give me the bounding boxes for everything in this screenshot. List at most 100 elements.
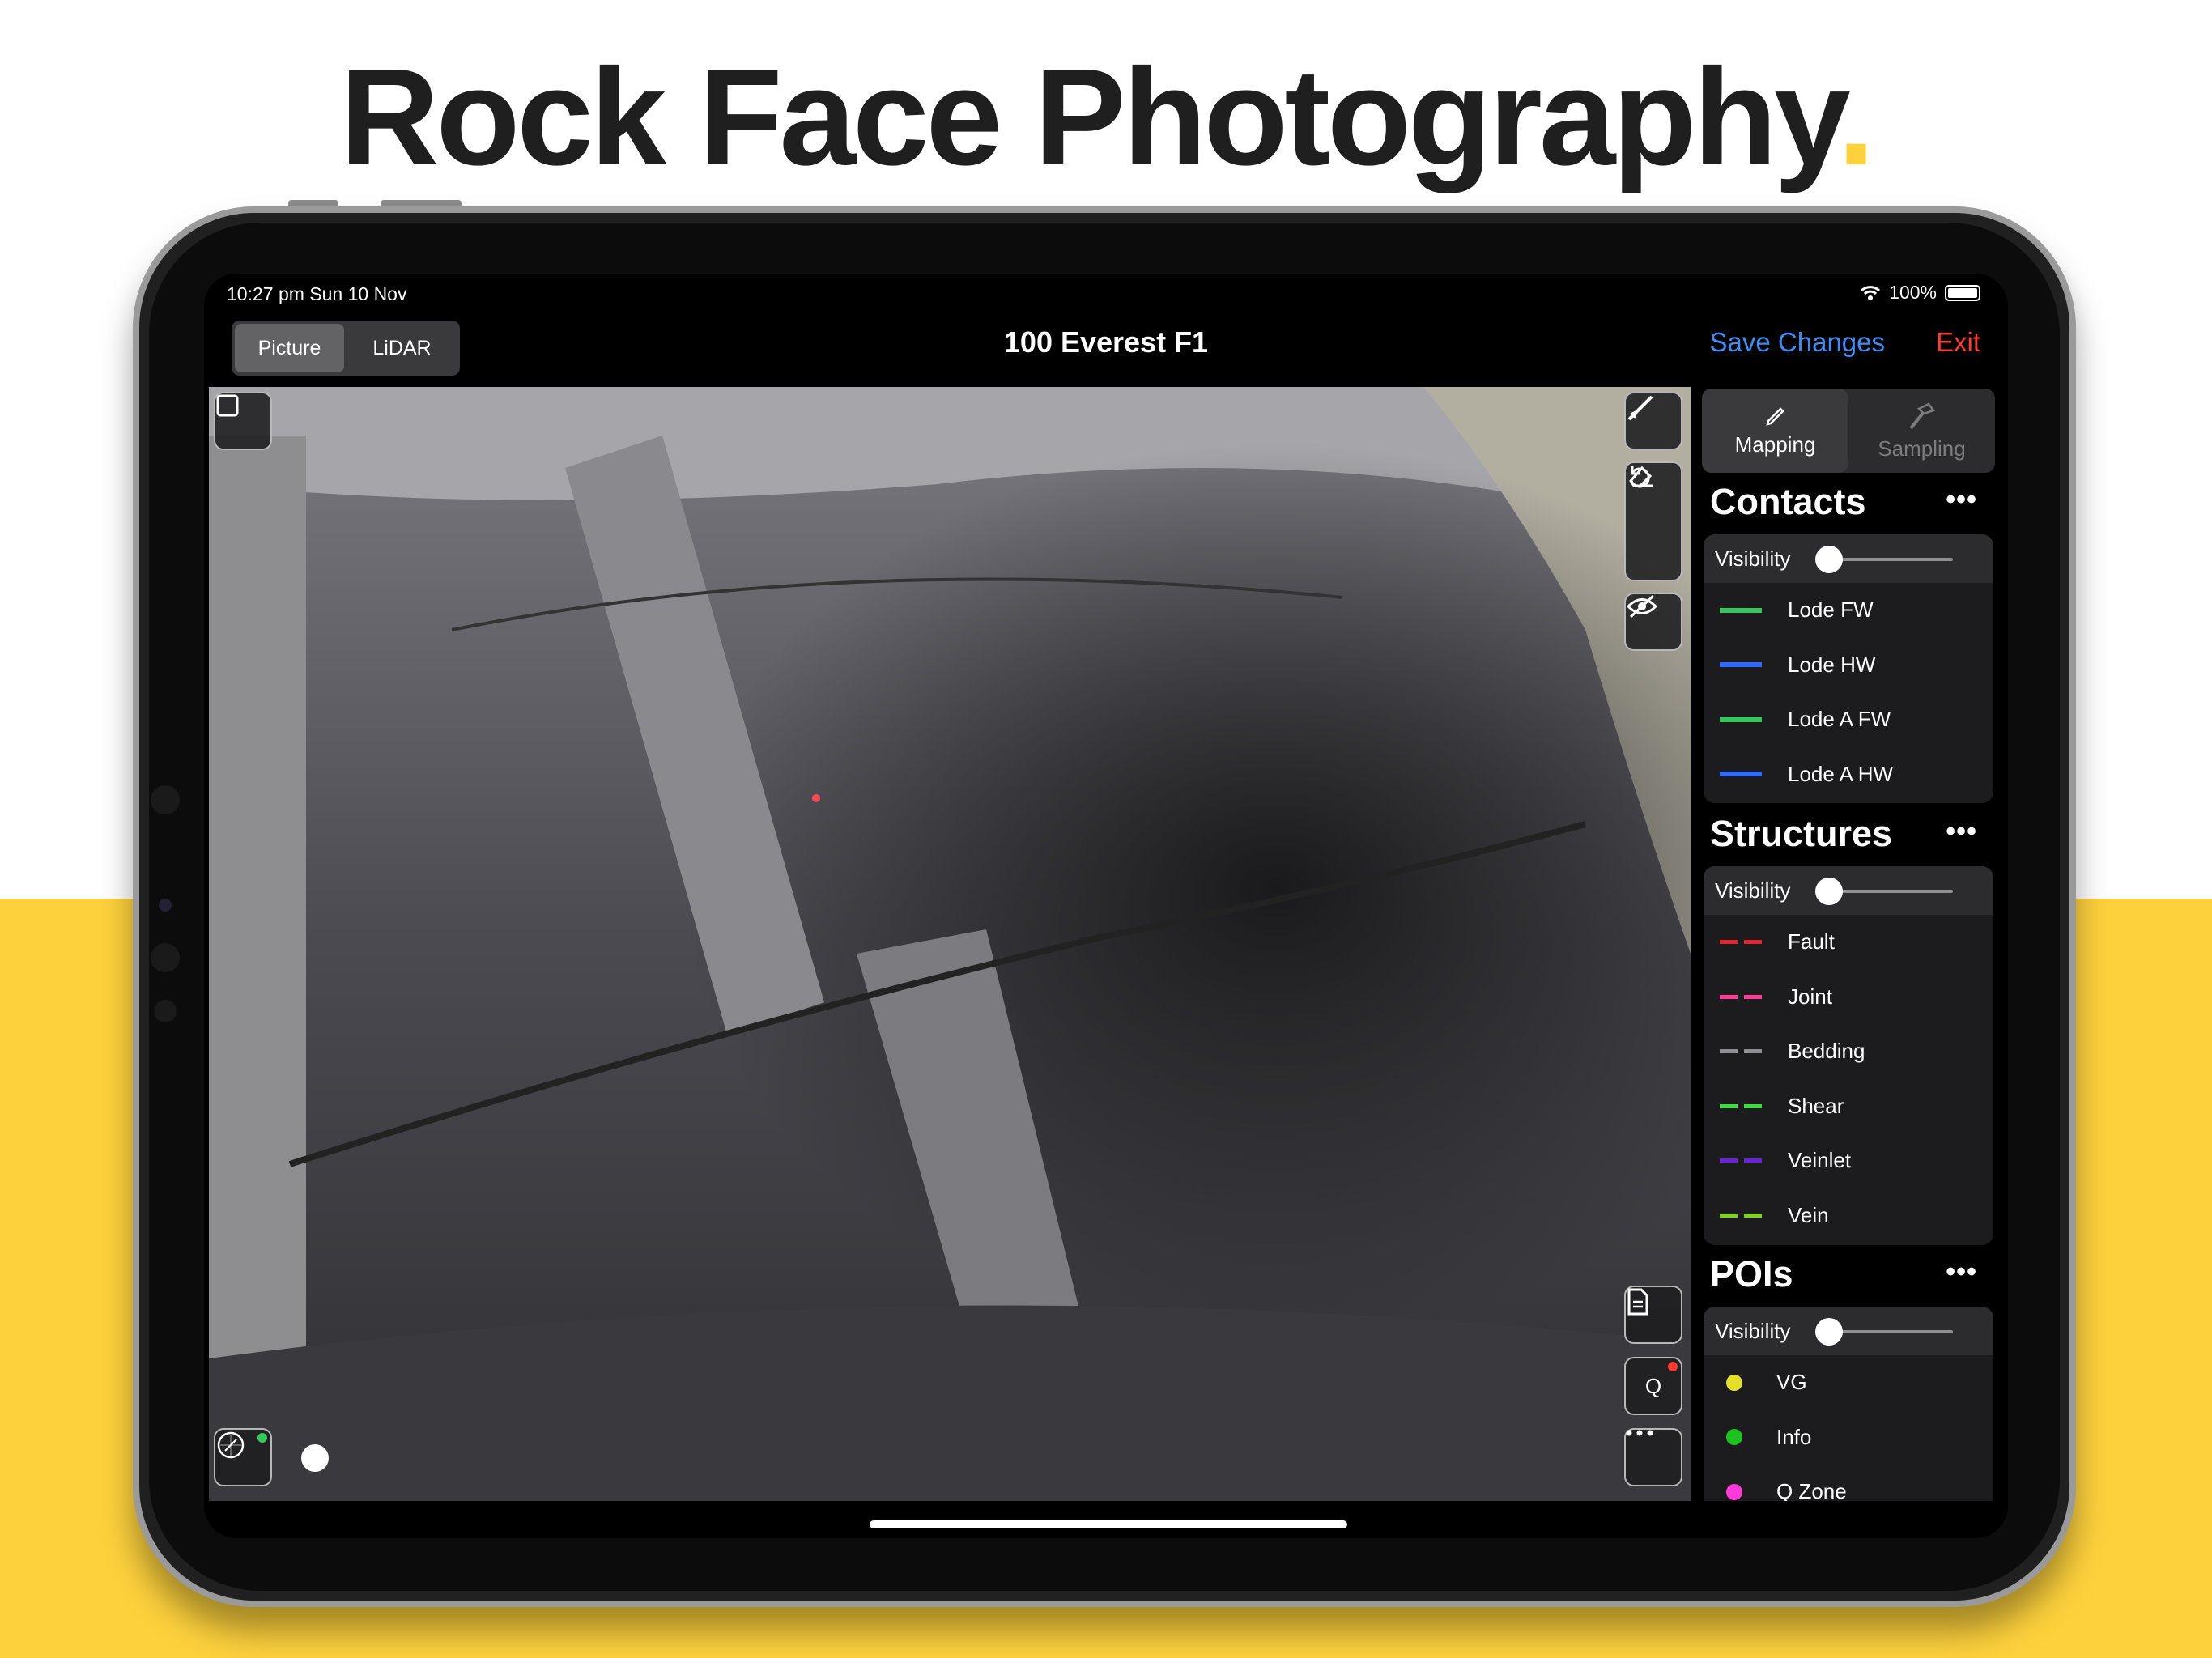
line-style-swatch <box>1720 1049 1762 1054</box>
layer-item-label: Vein <box>1788 1202 1829 1227</box>
home-indicator <box>870 1520 1347 1528</box>
layer-item[interactable]: Shear <box>1704 1079 1993 1134</box>
structures-header: Structures ••• <box>1710 813 1993 861</box>
line-style-swatch <box>1720 1103 1762 1108</box>
camera-icon <box>151 943 180 972</box>
layers-panel: Mapping Sampling Contacts ••• Visibility… <box>1702 387 1995 1501</box>
visibility-slider-knob[interactable] <box>1815 546 1843 573</box>
structures-more-button[interactable]: ••• <box>1946 816 1977 848</box>
poi-item-label: VG <box>1776 1370 1807 1395</box>
layer-item-label: Lode A FW <box>1788 707 1891 732</box>
poi-dot-icon <box>1726 1374 1742 1391</box>
layer-item[interactable]: Bedding <box>1704 1024 1993 1079</box>
poi-item-label: Q Zone <box>1776 1479 1847 1501</box>
select-tool-button[interactable] <box>214 392 272 450</box>
save-changes-button[interactable]: Save Changes <box>1710 327 1885 358</box>
hammer-icon <box>1908 402 1935 429</box>
rock-face-image <box>209 387 1691 1501</box>
poi-dot-icon <box>1726 1429 1742 1446</box>
poi-item[interactable]: Q Zone <box>1704 1465 1993 1501</box>
layer-item[interactable]: Lode HW <box>1704 638 1993 693</box>
notification-badge <box>1668 1362 1678 1371</box>
tab-sampling[interactable]: Sampling <box>1848 389 1995 473</box>
mode-tabs: Mapping Sampling <box>1702 389 1995 473</box>
pois-header: POIs ••• <box>1710 1253 1993 1302</box>
layer-item-label: Fault <box>1788 929 1835 954</box>
pois-card: Visibility VG Info Q Zone <box>1704 1307 1993 1501</box>
layer-item-label: Bedding <box>1788 1039 1865 1064</box>
visibility-row: Visibility <box>1704 1307 1993 1355</box>
rock-face-photo[interactable]: Q <box>209 387 1691 1501</box>
layer-item[interactable]: Veinlet <box>1704 1133 1993 1188</box>
layer-item-label: Joint <box>1788 984 1832 1009</box>
app-screen: 10:27 pm Sun 10 Nov 100% Picture LiDAR 1… <box>204 274 2008 1538</box>
undo-icon[interactable] <box>1626 463 1653 491</box>
contacts-header: Contacts ••• <box>1710 481 1993 529</box>
battery-icon <box>1945 284 1980 301</box>
sensor-icon <box>159 899 172 912</box>
line-style-swatch <box>1720 1213 1762 1218</box>
pois-more-button[interactable]: ••• <box>1946 1256 1977 1288</box>
layer-item[interactable]: Lode A FW <box>1704 692 1993 747</box>
poi-dot-icon <box>1726 1483 1742 1500</box>
layer-item-label: Lode HW <box>1788 652 1876 677</box>
exit-button[interactable]: Exit <box>1936 327 1980 358</box>
line-style-swatch <box>1720 994 1762 999</box>
sensor-icon <box>154 1000 177 1022</box>
layer-item[interactable]: Lode A HW <box>1704 747 1993 802</box>
visibility-row: Visibility <box>1704 534 1993 583</box>
line-tool-icon <box>1627 395 1653 421</box>
square-icon <box>216 394 239 417</box>
visibility-slider[interactable] <box>1825 890 1953 893</box>
q-label: Q <box>1644 1373 1662 1398</box>
document-icon <box>1627 1288 1648 1316</box>
more-tools-button[interactable] <box>1624 1428 1682 1486</box>
tab-mapping[interactable]: Mapping <box>1702 389 1848 473</box>
layer-item-label: Shear <box>1788 1093 1844 1118</box>
section-title: Structures <box>1710 813 1893 854</box>
marketing-headline: Rock Face Photography. <box>339 40 1876 194</box>
line-style-swatch <box>1720 940 1762 945</box>
line-style-swatch <box>1720 662 1762 668</box>
contacts-card: Visibility Lode FW Lode HW Lode A FW Lode A… <box>1704 534 1993 803</box>
pencil-icon <box>1765 406 1784 426</box>
q-button[interactable]: Q <box>1624 1357 1682 1415</box>
draw-line-button[interactable] <box>1624 392 1682 450</box>
edit-tools-group <box>1624 461 1682 581</box>
layer-item[interactable]: Joint <box>1704 970 1993 1025</box>
line-style-swatch <box>1720 716 1762 722</box>
status-badge <box>257 1433 267 1443</box>
poi-item[interactable]: VG <box>1704 1355 1993 1410</box>
section-title: Contacts <box>1710 481 1866 522</box>
wifi-icon <box>1861 285 1881 300</box>
line-style-swatch <box>1720 772 1762 777</box>
section-title: POIs <box>1710 1253 1793 1295</box>
line-style-swatch <box>1720 607 1762 613</box>
layer-item[interactable]: Lode FW <box>1704 583 1993 638</box>
camera-icon <box>151 785 180 814</box>
layer-item[interactable]: Vein <box>1704 1188 1993 1244</box>
compass-icon <box>217 1431 245 1459</box>
notes-button[interactable] <box>1624 1286 1682 1344</box>
status-bar: 10:27 pm Sun 10 Nov 100% <box>204 274 2008 311</box>
compass-button[interactable] <box>214 1428 272 1486</box>
visibility-slider-knob[interactable] <box>1815 1318 1843 1346</box>
capture-dot[interactable] <box>301 1444 329 1472</box>
structures-card: Visibility Fault Joint Bedding Shear Veinlet… <box>1704 866 1993 1245</box>
battery-percent: 100% <box>1889 282 1937 303</box>
hide-annotations-button[interactable] <box>1624 593 1682 651</box>
visibility-slider[interactable] <box>1825 1330 1953 1333</box>
line-style-swatch <box>1720 1158 1762 1163</box>
contacts-more-button[interactable]: ••• <box>1946 484 1977 516</box>
poi-item[interactable]: Info <box>1704 1410 1993 1465</box>
visibility-slider[interactable] <box>1825 558 1953 561</box>
status-time: 10:27 pm Sun 10 Nov <box>227 283 407 304</box>
eye-slash-icon <box>1626 594 1658 619</box>
layer-item[interactable]: Fault <box>1704 915 1993 970</box>
visibility-row: Visibility <box>1704 866 1993 915</box>
layer-item-label: Lode A HW <box>1788 761 1894 786</box>
poi-item-label: Info <box>1776 1424 1812 1449</box>
visibility-slider-knob[interactable] <box>1815 878 1843 905</box>
layer-item-label: Lode FW <box>1788 597 1874 623</box>
ellipsis-icon <box>1626 1430 1653 1436</box>
